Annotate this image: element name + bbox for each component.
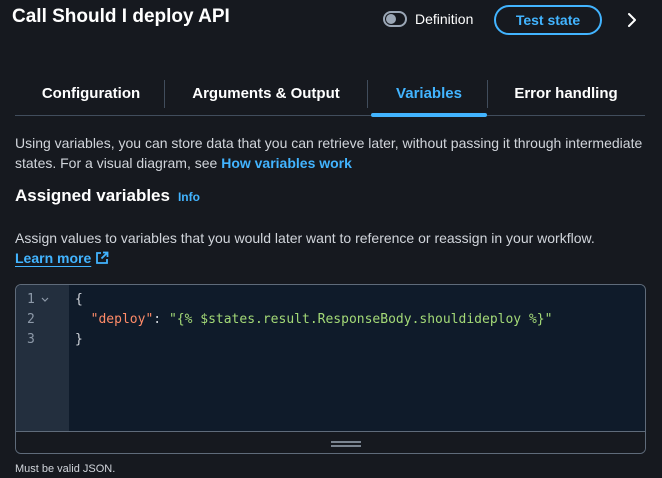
code-line: }	[75, 332, 83, 347]
json-code-editor[interactable]: 1 2 3 { "deploy": "{% $states.result.Res…	[15, 284, 646, 454]
code-text-area[interactable]: { "deploy": "{% $states.result.ResponseB…	[69, 285, 645, 431]
variables-description: Using variables, you can store data that…	[15, 133, 645, 173]
toggle-label: Definition	[415, 11, 474, 27]
assign-description-text: Assign values to variables that you woul…	[15, 230, 595, 246]
validation-hint: Must be valid JSON.	[15, 463, 116, 475]
fold-chevron-icon[interactable]	[41, 296, 49, 304]
tab-divider	[164, 80, 165, 108]
external-link-icon[interactable]	[95, 251, 109, 265]
editor-footer	[16, 431, 645, 453]
resize-handle-icon[interactable]	[330, 440, 362, 448]
tab-bar: Configuration Arguments & Output Variabl…	[15, 72, 645, 117]
code-line: "deploy": "{% $states.result.ResponseBod…	[75, 310, 553, 330]
state-title: Call Should I deploy API	[12, 6, 230, 27]
learn-more-link[interactable]: Learn more	[15, 250, 91, 266]
assigned-variables-description: Assign values to variables that you woul…	[15, 228, 645, 268]
how-variables-work-link[interactable]: How variables work	[221, 155, 352, 171]
toggle-switch[interactable]	[383, 11, 407, 27]
state-header: Call Should I deploy API Definition Test…	[0, 0, 662, 40]
tab-configuration[interactable]: Configuration	[21, 72, 161, 115]
chevron-right-icon[interactable]	[624, 10, 640, 30]
line-number: 2	[27, 312, 35, 327]
tab-variables[interactable]: Variables	[371, 72, 487, 117]
json-key: "deploy"	[90, 312, 154, 327]
info-link[interactable]: Info	[178, 190, 200, 204]
code-line: {	[75, 292, 83, 307]
section-title: Assigned variables	[15, 186, 170, 205]
tab-error-handling[interactable]: Error handling	[497, 72, 635, 115]
json-colon: :	[153, 312, 169, 327]
line-number-gutter: 1 2 3	[16, 285, 69, 431]
assigned-variables-heading: Assigned variables Info	[15, 186, 200, 210]
toggle-knob	[386, 14, 396, 24]
line-number: 1	[27, 292, 35, 307]
tab-divider	[487, 80, 488, 108]
tab-arguments-output[interactable]: Arguments & Output	[171, 72, 361, 115]
test-state-button[interactable]: Test state	[494, 5, 602, 35]
definition-toggle[interactable]: Definition	[383, 9, 473, 29]
json-string-value: "{% $states.result.ResponseBody.shouldid…	[168, 312, 553, 327]
tab-divider	[367, 80, 368, 108]
line-number: 3	[27, 332, 35, 347]
